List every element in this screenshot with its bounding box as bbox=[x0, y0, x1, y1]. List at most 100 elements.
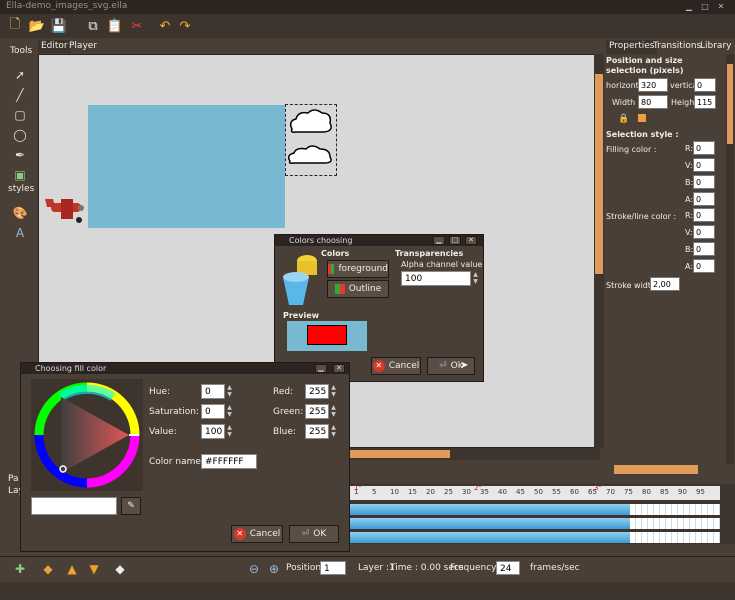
colors-dialog-close[interactable]: ✕ bbox=[465, 236, 477, 245]
pen-tool-icon[interactable]: ✒ bbox=[6, 146, 34, 164]
fill-dialog-minimize[interactable]: ▁ bbox=[315, 364, 327, 373]
timeline-tick: 15 bbox=[408, 488, 417, 496]
properties-scrollbar[interactable] bbox=[726, 54, 734, 464]
frames-per-sec-label: frames/sec bbox=[530, 563, 580, 573]
minimize-icon[interactable]: ▁ bbox=[684, 2, 694, 12]
blue-input[interactable]: 255 bbox=[305, 424, 329, 439]
timeline-track-1-empty[interactable] bbox=[630, 504, 720, 515]
cut-icon[interactable]: ✂ bbox=[128, 17, 146, 35]
color-result-swatch bbox=[31, 497, 117, 515]
fill-cancel-button[interactable]: ✕ Cancel bbox=[231, 525, 283, 543]
zoom-in-icon[interactable]: ⊕ bbox=[264, 560, 284, 578]
timeline-track-3-empty[interactable] bbox=[630, 532, 720, 543]
remove-layer-icon[interactable]: ◆ bbox=[110, 560, 130, 578]
zoom-out-icon[interactable]: ⊖ bbox=[244, 560, 264, 578]
blue-rectangle-shape[interactable] bbox=[88, 105, 285, 228]
colors-dialog-maximize[interactable]: □ bbox=[449, 236, 461, 245]
selected-clouds-shape[interactable] bbox=[285, 104, 337, 176]
alpha-channel-input[interactable]: 100 bbox=[401, 271, 471, 286]
tab-player[interactable]: Player bbox=[66, 40, 100, 53]
green-input[interactable]: 255 bbox=[305, 404, 329, 419]
timeline-track-2[interactable] bbox=[350, 518, 630, 529]
horizontal-input[interactable]: 320 bbox=[638, 78, 668, 92]
new-file-icon[interactable]: 🗋 bbox=[6, 17, 24, 35]
image-tool-icon[interactable]: ▣ bbox=[6, 166, 34, 184]
tab-library[interactable]: Library bbox=[697, 40, 734, 54]
outline-button[interactable]: Outline bbox=[327, 280, 389, 298]
width-input[interactable]: 80 bbox=[638, 95, 668, 109]
fill-r-input[interactable]: 0 bbox=[693, 141, 715, 155]
stroke-width-input[interactable]: 2,00 bbox=[650, 277, 680, 291]
stroke-v-input[interactable]: 0 bbox=[693, 225, 715, 239]
vertical-input[interactable]: 0 bbox=[694, 78, 716, 92]
fill-ok-button[interactable]: ⏎ OK bbox=[289, 525, 339, 543]
frequency-input[interactable]: 24 bbox=[496, 561, 520, 575]
panel-label-1: Pa bbox=[8, 474, 19, 484]
fill-v-input[interactable]: 0 bbox=[693, 158, 715, 172]
value-input[interactable]: 100 bbox=[201, 424, 225, 439]
height-input[interactable]: 115 bbox=[694, 95, 716, 109]
timeline-ruler[interactable]: 1 5 10 15 20 25 30 35 40 45 50 55 60 65 70 75 80 85 90 95 1"… bbox=[350, 484, 720, 500]
red-input[interactable]: 255 bbox=[305, 384, 329, 399]
lock-icon[interactable]: 🔒 bbox=[618, 114, 629, 124]
saturation-spinner[interactable]: ▲ ▼ bbox=[226, 404, 233, 419]
properties-hscroll-thumb[interactable] bbox=[614, 465, 698, 474]
undo-icon[interactable]: ↶ bbox=[156, 17, 174, 35]
keep-ratio-checkbox[interactable] bbox=[638, 114, 646, 122]
stroke-v-label: V: bbox=[685, 228, 693, 237]
rectangle-tool-icon[interactable]: ▢ bbox=[6, 106, 34, 124]
color-wheel[interactable] bbox=[31, 379, 143, 491]
canvas-vertical-scrollbar[interactable] bbox=[594, 54, 604, 448]
paste-icon[interactable]: 📋 bbox=[106, 17, 124, 35]
eyedropper-button[interactable]: ✎ bbox=[121, 497, 141, 515]
selection-style-title: Selection style : bbox=[606, 130, 679, 139]
move-down-icon[interactable]: ▼ bbox=[84, 560, 104, 578]
timeline-track-1[interactable] bbox=[350, 504, 630, 515]
maximize-icon[interactable]: □ bbox=[700, 2, 710, 12]
saturation-input[interactable]: 0 bbox=[201, 404, 225, 419]
colors-dialog-minimize[interactable]: ▁ bbox=[433, 236, 445, 245]
hue-input[interactable]: 0 bbox=[201, 384, 225, 399]
close-icon[interactable]: ✕ bbox=[716, 2, 726, 12]
line-tool-icon[interactable]: ╱ bbox=[6, 86, 34, 104]
alpha-spinner[interactable]: ▲ ▼ bbox=[472, 271, 479, 286]
properties-scrollbar-thumb[interactable] bbox=[727, 64, 733, 144]
redo-icon[interactable]: ↷ bbox=[176, 17, 194, 35]
stroke-b-input[interactable]: 0 bbox=[693, 242, 715, 256]
save-icon[interactable]: 💾 bbox=[50, 17, 68, 35]
scrollbar-thumb[interactable] bbox=[595, 74, 603, 274]
hue-spinner[interactable]: ▲ ▼ bbox=[226, 384, 233, 399]
position-input[interactable]: 1 bbox=[320, 561, 346, 575]
fill-a-input[interactable]: 0 bbox=[693, 192, 715, 206]
copy-icon[interactable]: ⧉ bbox=[84, 17, 102, 35]
select-arrow-icon[interactable]: ➚ bbox=[6, 66, 34, 84]
text-style-icon[interactable]: A bbox=[6, 224, 34, 242]
timeline-track-2-empty[interactable] bbox=[630, 518, 720, 529]
foreground-button[interactable]: foreground bbox=[327, 260, 389, 278]
fill-b-input[interactable]: 0 bbox=[693, 175, 715, 189]
ellipse-tool-icon[interactable]: ◯ bbox=[6, 126, 34, 144]
outline-swatch-icon bbox=[334, 284, 345, 294]
value-spinner[interactable]: ▲ ▼ bbox=[226, 424, 233, 439]
timeline-scrollbar[interactable] bbox=[722, 486, 732, 544]
colors-cancel-button[interactable]: ✕ Cancel bbox=[371, 357, 421, 375]
airplane-image[interactable] bbox=[41, 193, 93, 230]
add-layer-icon[interactable]: ✚ bbox=[10, 560, 30, 578]
timeline-track-3[interactable] bbox=[350, 532, 630, 543]
palette-icon[interactable]: 🎨 bbox=[6, 204, 34, 222]
move-up-icon[interactable]: ▲ bbox=[62, 560, 82, 578]
scrollbar-thumb-h[interactable] bbox=[350, 450, 450, 458]
timeline-tick: 70 bbox=[606, 488, 615, 496]
timeline-tick: 85 bbox=[660, 488, 669, 496]
stroke-r-input[interactable]: 0 bbox=[693, 208, 715, 222]
color-name-input[interactable]: #FFFFFF bbox=[201, 454, 257, 469]
open-folder-icon[interactable]: 📂 bbox=[28, 17, 46, 35]
fill-dialog-close[interactable]: ✕ bbox=[333, 364, 345, 373]
green-spinner[interactable]: ▲ ▼ bbox=[330, 404, 337, 419]
timeline-tick: 5 bbox=[372, 488, 377, 496]
red-spinner[interactable]: ▲ ▼ bbox=[330, 384, 337, 399]
canvas-horizontal-scrollbar[interactable] bbox=[350, 448, 600, 460]
blue-spinner[interactable]: ▲ ▼ bbox=[330, 424, 337, 439]
stroke-a-input[interactable]: 0 bbox=[693, 259, 715, 273]
layers-icon[interactable]: ◆ bbox=[38, 560, 58, 578]
